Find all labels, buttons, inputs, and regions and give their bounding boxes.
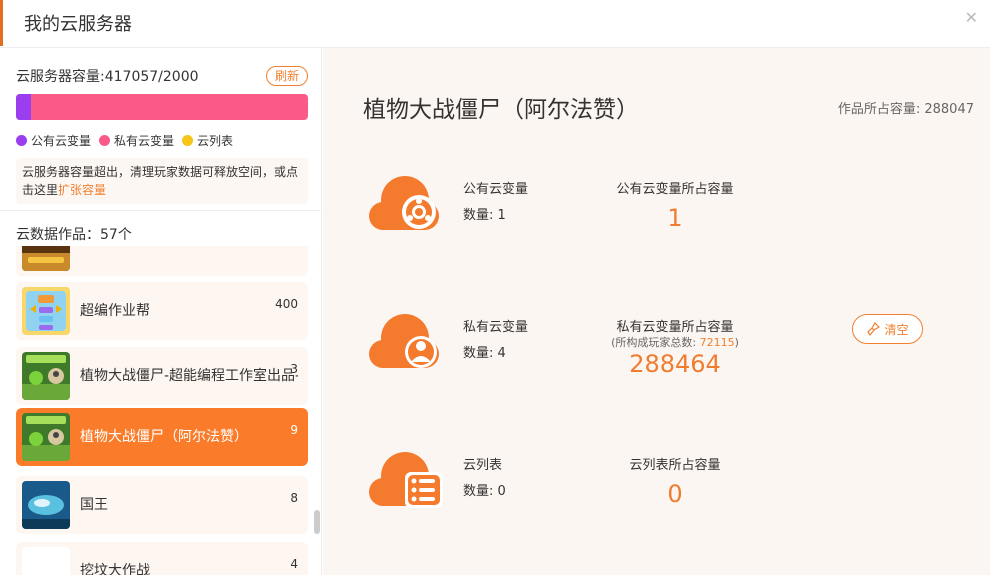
legend-dot-private bbox=[99, 135, 111, 146]
public-variable-label: 公有云变量 bbox=[463, 182, 529, 197]
list-item[interactable] bbox=[16, 246, 308, 276]
work-thumbnail bbox=[22, 352, 70, 400]
capacity-bar-public-segment bbox=[16, 94, 31, 120]
legend-dot-list bbox=[182, 135, 194, 146]
works-list: 超编作业帮 400 植物大战僵尸-超能编程工作室出品-1 3 植物大战僵尸（阿尔… bbox=[16, 246, 308, 575]
cloud-list-label: 云列表 bbox=[463, 458, 503, 473]
public-variable-row: 公有云变量 数量: 1 公有云变量所占容量 1 bbox=[323, 174, 990, 274]
project-capacity: 作品所占容量: 288047 bbox=[837, 102, 974, 117]
list-item-active[interactable]: 植物大战僵尸（阿尔法赞） 9 bbox=[16, 408, 308, 466]
project-title: 植物大战僵尸（阿尔法赞） bbox=[363, 97, 639, 123]
clear-button-label: 清空 bbox=[884, 322, 909, 337]
private-capacity-value: 288464 bbox=[629, 350, 721, 378]
work-count: 9 bbox=[290, 423, 298, 437]
cloud-list-count: 数量: 0 bbox=[463, 484, 506, 499]
server-capacity-label: 云服务器容量:417057/2000 bbox=[16, 69, 199, 85]
cloud-list-capacity-value: 0 bbox=[667, 480, 683, 508]
close-icon[interactable]: ✕ bbox=[965, 8, 978, 27]
work-count: 400 bbox=[275, 297, 298, 311]
list-item[interactable]: 超编作业帮 400 bbox=[16, 282, 308, 340]
work-thumbnail bbox=[22, 481, 70, 529]
work-thumbnail bbox=[22, 287, 70, 335]
private-variable-count: 数量: 4 bbox=[463, 346, 506, 361]
work-thumbnail bbox=[22, 547, 70, 575]
work-name: 植物大战僵尸-超能编程工作室出品-1 bbox=[80, 368, 298, 384]
capacity-bar bbox=[16, 94, 308, 120]
player-total-value: 72115 bbox=[699, 336, 735, 349]
legend-label-private: 私有云变量 bbox=[114, 134, 175, 148]
public-capacity-value: 1 bbox=[667, 204, 683, 232]
private-variable-row: 私有云变量 数量: 4 私有云变量所占容量 (所构成玩家总数: 72115) 2… bbox=[323, 312, 990, 412]
expand-capacity-link[interactable]: 扩张容量 bbox=[58, 183, 106, 197]
cloud-list-row: 云列表 数量: 0 云列表所占容量 0 bbox=[323, 450, 990, 550]
divider bbox=[0, 210, 321, 211]
legend-item-public: 公有云变量 bbox=[16, 132, 91, 149]
player-total-suffix: ) bbox=[734, 336, 739, 349]
work-count: 3 bbox=[290, 362, 298, 376]
dialog-title: 我的云服务器 bbox=[24, 14, 132, 35]
list-item[interactable]: 挖坟大作战 4 bbox=[16, 542, 308, 575]
work-thumbnail bbox=[22, 246, 70, 271]
private-variable-label: 私有云变量 bbox=[463, 320, 529, 335]
player-total-prefix: (所构成玩家总数: bbox=[611, 336, 700, 349]
work-name: 植物大战僵尸（阿尔法赞） bbox=[80, 429, 248, 445]
list-item[interactable]: 植物大战僵尸-超能编程工作室出品-1 3 bbox=[16, 347, 308, 405]
work-name: 超编作业帮 bbox=[80, 303, 150, 319]
work-thumbnail bbox=[22, 413, 70, 461]
public-variable-count: 数量: 1 bbox=[463, 208, 506, 223]
dialog-header: 我的云服务器 ✕ bbox=[0, 0, 990, 48]
legend-label-list: 云列表 bbox=[197, 134, 234, 148]
works-count: 云数据作品：57个 bbox=[16, 227, 132, 243]
private-capacity-subtitle: (所构成玩家总数: 72115) bbox=[573, 334, 777, 350]
list-scrollbar[interactable] bbox=[314, 510, 320, 534]
detail-panel: 植物大战僵尸（阿尔法赞） 作品所占容量: 288047 公有云变量 数量: 1 … bbox=[323, 48, 990, 575]
public-capacity-label: 公有云变量所占容量 bbox=[616, 182, 734, 197]
work-count: 4 bbox=[290, 557, 298, 571]
legend-item-private: 私有云变量 bbox=[99, 132, 174, 149]
left-panel: 云服务器容量:417057/2000 刷新 公有云变量 私有云变量 云列表 云服… bbox=[0, 48, 322, 575]
legend-label-public: 公有云变量 bbox=[31, 134, 92, 148]
cloud-list-icon bbox=[369, 452, 443, 508]
capacity-notice: 云服务器容量超出，清理玩家数据可释放空间，或点击这里扩张容量 bbox=[16, 158, 308, 204]
list-item[interactable]: 国王 8 bbox=[16, 476, 308, 534]
legend-item-list: 云列表 bbox=[182, 132, 233, 149]
work-count: 8 bbox=[290, 491, 298, 505]
legend-dot-public bbox=[16, 135, 27, 146]
capacity-legend: 公有云变量 私有云变量 云列表 bbox=[16, 132, 233, 149]
refresh-button[interactable]: 刷新 bbox=[266, 66, 308, 86]
work-name: 国王 bbox=[80, 497, 108, 513]
cloud-public-icon bbox=[369, 176, 439, 230]
clear-button[interactable]: 清空 bbox=[852, 314, 923, 344]
cloud-private-icon bbox=[369, 314, 439, 368]
broom-icon bbox=[867, 322, 881, 336]
cloud-list-capacity-label: 云列表所占容量 bbox=[629, 458, 721, 473]
work-name: 挖坟大作战 bbox=[80, 563, 150, 575]
header-accent-strip bbox=[0, 0, 3, 46]
private-capacity-label: 私有云变量所占容量 bbox=[616, 320, 734, 335]
